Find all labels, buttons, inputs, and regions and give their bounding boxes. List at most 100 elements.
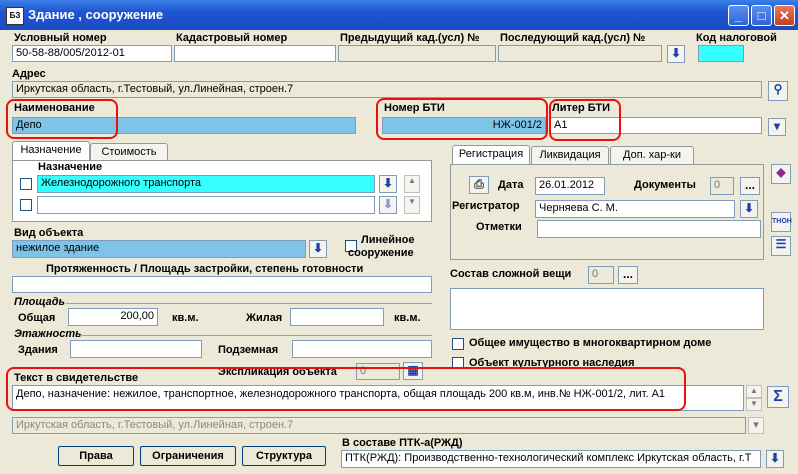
reg-date-field[interactable]: 26.01.2012	[535, 177, 605, 195]
tax-code-field[interactable]	[698, 45, 744, 62]
address-field[interactable]: Иркутская область, г.Тестовый, ул.Линейн…	[12, 81, 762, 98]
next-cad-label: Последующий кад.(усл) №	[500, 32, 646, 44]
purpose-row-2[interactable]	[37, 196, 375, 214]
linear-label-2: сооружение	[348, 247, 414, 259]
area-divider	[66, 303, 432, 304]
extent-label: Протяженность / Площадь застройки, степе…	[46, 263, 364, 275]
linear-label-1: Линейное	[361, 234, 415, 246]
reg-date-label: Дата	[498, 179, 524, 191]
notes-label: Отметки	[476, 221, 522, 233]
calendar-icon[interactable]: ▦	[403, 362, 423, 380]
floors-buildings-field[interactable]	[70, 340, 202, 358]
tax-code-label: Код налоговой	[696, 32, 777, 44]
cultural-heritage-label: Объект культурного наследия	[469, 357, 635, 369]
ptk-label: В составе ПТК-а(РЖД)	[342, 437, 463, 449]
docs-count-field[interactable]: 0	[710, 177, 734, 195]
registrar-field[interactable]: Черняева С. М.	[535, 200, 735, 218]
name-field[interactable]: Депо	[12, 117, 356, 134]
complex-thing-list[interactable]	[450, 288, 764, 330]
app-icon: БЗ	[6, 7, 24, 25]
cultural-heritage-checkbox[interactable]	[452, 357, 464, 369]
cond-number-label: Условный номер	[14, 32, 107, 44]
area-unit-2: кв.м.	[394, 312, 421, 324]
certificate-text[interactable]: Депо, назначение: нежилое, транспортное,…	[12, 385, 744, 411]
docs-more-button[interactable]: ...	[740, 177, 760, 195]
tab-cost[interactable]: Стоимость	[90, 143, 168, 161]
window-title: Здание , сооружение	[28, 7, 164, 22]
title-bar[interactable]: БЗ Здание , сооружение _ □ ✕	[0, 0, 798, 30]
notes-field[interactable]	[537, 220, 761, 238]
scroll-down-icon[interactable]: ▼	[404, 196, 420, 214]
certificate-label: Текст в свидетельстве	[14, 372, 139, 384]
scroll-up-icon[interactable]: ▲	[404, 175, 420, 193]
liter-label: Литер БТИ	[552, 102, 611, 114]
ptk-down-icon[interactable]: ⬇	[766, 450, 784, 468]
prev-cad-label: Предыдущий кад.(усл) №	[340, 32, 480, 44]
cadastral-field[interactable]	[174, 45, 336, 62]
object-kind-select[interactable]: нежилое здание	[12, 240, 306, 258]
address-copy-scroll-icon[interactable]: ▾	[748, 417, 764, 434]
floors-group-label: Этажность	[14, 328, 82, 340]
floors-underground-field[interactable]	[292, 340, 432, 358]
registrar-label: Регистратор	[452, 200, 520, 212]
liter-field[interactable]: А1	[550, 117, 762, 134]
minimize-button[interactable]: _	[728, 5, 749, 26]
floors-buildings-label: Здания	[18, 344, 58, 356]
rights-button[interactable]: Права	[58, 446, 134, 466]
area-total-field[interactable]: 200,00	[68, 308, 158, 326]
area-group-label: Площадь	[14, 296, 66, 308]
purpose-row-1[interactable]: Железнодорожного транспорта	[37, 175, 375, 193]
area-living-field[interactable]	[290, 308, 384, 326]
prev-cad-field[interactable]	[338, 45, 496, 62]
book-icon[interactable]: ◆	[771, 164, 791, 184]
docs-label: Документы	[634, 179, 696, 191]
structure-button[interactable]: Структура	[242, 446, 326, 466]
complex-thing-more-button[interactable]: ...	[618, 266, 638, 284]
purpose-down-icon-1[interactable]: ⬇	[379, 175, 397, 193]
close-button[interactable]: ✕	[774, 5, 795, 26]
cond-number-field[interactable]: 50-58-88/005/2012-01	[12, 45, 172, 62]
restrictions-button[interactable]: Ограничения	[140, 446, 236, 466]
name-label: Наименование	[14, 102, 95, 114]
sum-icon[interactable]: Σ	[767, 386, 789, 408]
tab-liquidation[interactable]: Ликвидация	[531, 146, 609, 164]
down-arrow-icon[interactable]: ⬇	[667, 45, 685, 63]
area-total-label: Общая	[18, 312, 56, 324]
cert-scroll-up-icon[interactable]: ▲	[746, 385, 762, 398]
common-property-label: Общее имущество в многоквартирном доме	[469, 337, 712, 349]
address-lookup-icon[interactable]: ⚲	[768, 81, 788, 101]
complex-thing-count[interactable]: 0	[588, 266, 614, 284]
purpose-check-1[interactable]	[20, 178, 32, 190]
complex-thing-label: Состав сложной вещи	[450, 268, 572, 280]
object-kind-down-icon[interactable]: ⬇	[309, 240, 327, 258]
explication-label: Экспликация объекта	[218, 366, 337, 378]
registrar-down-icon[interactable]: ⬇	[740, 200, 758, 218]
common-property-checkbox[interactable]	[452, 338, 464, 350]
next-cad-field[interactable]	[498, 45, 662, 62]
tab-registration[interactable]: Регистрация	[452, 145, 530, 165]
floors-underground-label: Подземная	[218, 344, 279, 356]
dropdown-icon[interactable]: ▾	[768, 118, 786, 136]
extent-field[interactable]	[12, 276, 432, 293]
tnon-icon[interactable]: ТНОН	[771, 212, 792, 232]
address-copy-field[interactable]: Иркутская область, г.Тестовый, ул.Линейн…	[12, 417, 746, 434]
maximize-button[interactable]: □	[751, 5, 772, 26]
address-label: Адрес	[12, 68, 46, 80]
list-icon[interactable]: ☰	[771, 236, 791, 256]
printer-icon[interactable]: ⎙	[469, 176, 489, 194]
purpose-label: Назначение	[38, 161, 103, 173]
purpose-down-icon-2[interactable]: ⬇	[379, 196, 397, 214]
object-kind-label: Вид объекта	[14, 227, 84, 239]
area-unit-1: кв.м.	[172, 312, 199, 324]
bti-field[interactable]: НЖ-001/2	[382, 117, 546, 134]
tab-purpose[interactable]: Назначение	[12, 141, 90, 161]
bti-label: Номер БТИ	[384, 102, 445, 114]
floors-divider	[80, 335, 432, 336]
purpose-check-2[interactable]	[20, 199, 32, 211]
cadastral-label: Кадастровый номер	[176, 32, 288, 44]
area-living-label: Жилая	[246, 312, 283, 324]
cert-scroll-down-icon[interactable]: ▼	[746, 398, 762, 411]
ptk-field[interactable]: ПТК(РЖД): Производственно-технологически…	[341, 450, 761, 468]
explication-field[interactable]: 0	[356, 363, 400, 380]
tab-extra[interactable]: Доп. хар-ки	[610, 146, 694, 164]
